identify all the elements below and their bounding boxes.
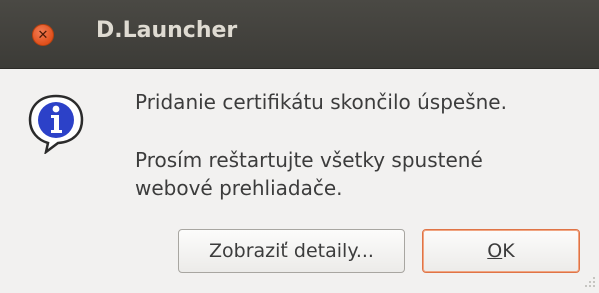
show-details-button[interactable]: Zobraziť detaily... — [178, 229, 405, 273]
message-primary: Pridanie certifikátu skončilo úspešne. — [135, 90, 507, 114]
ok-button[interactable]: OK — [422, 229, 580, 273]
close-icon: ✕ — [37, 27, 49, 43]
ok-mnemonic: O — [487, 240, 503, 262]
ok-label-rest: K — [502, 240, 515, 262]
title-bar: ✕ D.Launcher — [0, 0, 599, 69]
info-icon — [28, 94, 84, 154]
show-details-label: Zobraziť detaily... — [209, 240, 374, 262]
message-secondary: Prosím reštartujte všetky spustené webov… — [135, 148, 483, 200]
ok-label: OK — [487, 240, 514, 262]
resize-grip-icon[interactable] — [579, 273, 597, 291]
window-title: D.Launcher — [96, 18, 238, 43]
close-button[interactable]: ✕ — [32, 24, 54, 46]
